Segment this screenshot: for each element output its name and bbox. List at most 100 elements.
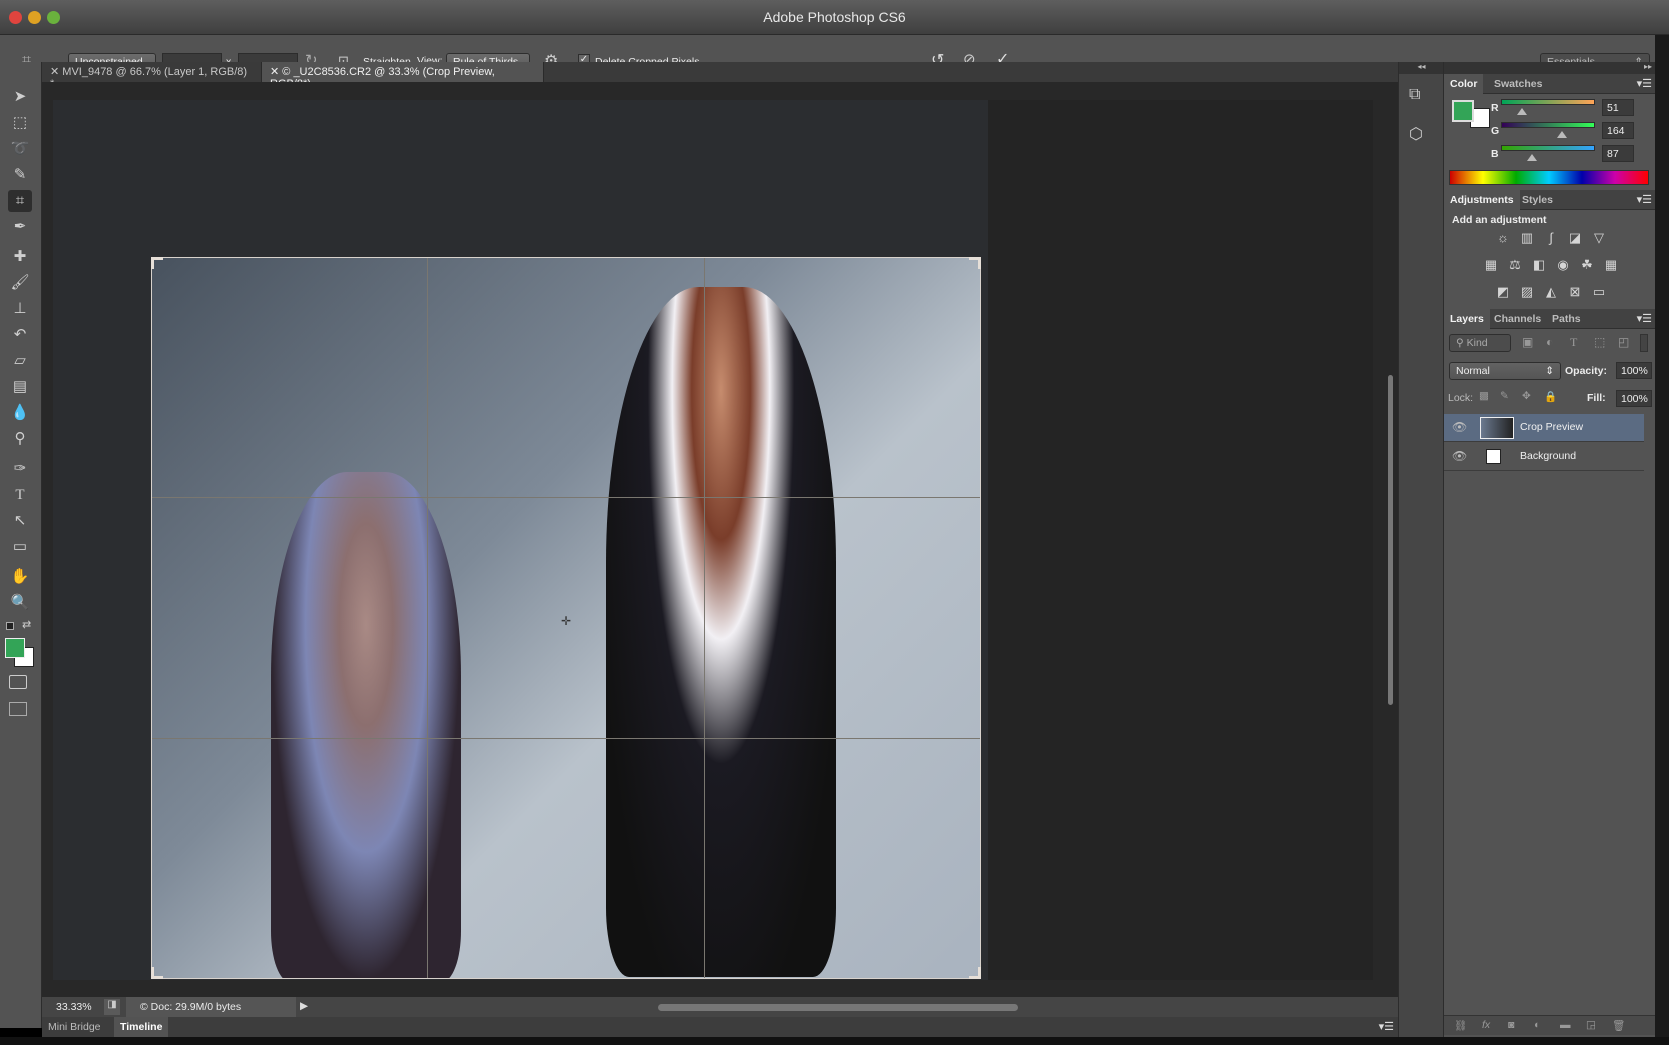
- horizontal-scrollbar[interactable]: [658, 1004, 1018, 1011]
- channel-g-slider[interactable]: [1501, 122, 1595, 128]
- path-selection-tool-icon[interactable]: ↖: [8, 510, 32, 532]
- quick-mask-icon[interactable]: [9, 675, 27, 689]
- color-balance-icon[interactable]: ⚖: [1506, 257, 1524, 273]
- history-brush-tool-icon[interactable]: ↶: [8, 324, 32, 346]
- blur-tool-icon[interactable]: 💧: [8, 402, 32, 424]
- layer-name[interactable]: Crop Preview: [1520, 421, 1583, 433]
- foreground-color-swatch[interactable]: [1452, 100, 1474, 122]
- new-adjustment-layer-icon[interactable]: ◐: [1534, 1019, 1540, 1031]
- crop-preview-image[interactable]: ✛: [151, 257, 981, 979]
- visibility-eye-icon[interactable]: 👁: [1452, 449, 1467, 463]
- layer-row[interactable]: 👁 Background: [1444, 443, 1644, 471]
- tab-adjustments[interactable]: Adjustments: [1444, 190, 1520, 210]
- channel-r-value[interactable]: 51: [1602, 99, 1634, 116]
- channel-b-value[interactable]: 87: [1602, 145, 1634, 162]
- color-lookup-icon[interactable]: ▦: [1602, 257, 1620, 273]
- fill-input[interactable]: 100%: [1616, 390, 1652, 407]
- filter-shape-icon[interactable]: ⬚: [1594, 335, 1605, 349]
- proof-icon[interactable]: ◨: [104, 999, 120, 1015]
- filter-pixel-icon[interactable]: ▣: [1522, 335, 1533, 349]
- document-tab[interactable]: ✕ MVI_9478 @ 66.7% (Layer 1, RGB/8) *: [42, 62, 262, 90]
- exposure-icon[interactable]: ◪: [1566, 230, 1584, 246]
- new-group-icon[interactable]: ▬: [1560, 1019, 1571, 1031]
- color-spectrum-ramp[interactable]: [1449, 170, 1649, 185]
- layer-name[interactable]: Background: [1520, 450, 1576, 462]
- vibrance-icon[interactable]: ▽: [1590, 230, 1608, 246]
- channel-b-thumb[interactable]: [1527, 154, 1537, 161]
- brightness-contrast-icon[interactable]: ☼: [1494, 230, 1512, 246]
- filter-type-icon[interactable]: T: [1570, 335, 1577, 350]
- layer-filter-kind-select[interactable]: ⚲ Kind: [1449, 334, 1511, 352]
- layer-row-selected[interactable]: 👁 Crop Preview: [1444, 414, 1644, 442]
- new-layer-icon[interactable]: ◲: [1586, 1019, 1596, 1031]
- add-mask-icon[interactable]: ◙: [1508, 1019, 1514, 1031]
- black-white-icon[interactable]: ◧: [1530, 257, 1548, 273]
- panel-menu-icon[interactable]: ▾☰: [1637, 312, 1652, 325]
- tab-swatches[interactable]: Swatches: [1488, 74, 1548, 94]
- lock-all-icon[interactable]: 🔒: [1544, 390, 1557, 403]
- panel-menu-icon[interactable]: ▾☰: [1637, 193, 1652, 206]
- visibility-eye-icon[interactable]: 👁: [1452, 420, 1467, 434]
- dodge-tool-icon[interactable]: ⚲: [8, 428, 32, 450]
- levels-icon[interactable]: ▥: [1518, 230, 1536, 246]
- status-menu-arrow-icon[interactable]: ▶: [300, 1000, 308, 1012]
- blend-mode-select[interactable]: Normal ⇕: [1449, 362, 1561, 380]
- 3d-icon[interactable]: ⬡: [1409, 124, 1423, 144]
- channel-g-value[interactable]: 164: [1602, 122, 1634, 139]
- panel-menu-icon[interactable]: ▾☰: [1379, 1020, 1394, 1033]
- brush-tool-icon[interactable]: 🖌: [8, 272, 32, 294]
- crop-tool-icon[interactable]: ⌗: [8, 190, 32, 212]
- expand-panels-icon[interactable]: ▸▸: [1444, 62, 1656, 74]
- channel-r-thumb[interactable]: [1517, 108, 1527, 115]
- gradient-map-icon[interactable]: ▭: [1590, 284, 1608, 300]
- healing-brush-tool-icon[interactable]: ✚: [8, 246, 32, 268]
- swap-colors-icon[interactable]: ⇄: [22, 618, 31, 631]
- crop-handle-bottom-left[interactable]: [151, 967, 163, 979]
- quick-selection-tool-icon[interactable]: ✎: [8, 164, 32, 186]
- panel-menu-icon[interactable]: ▾☰: [1637, 77, 1652, 90]
- screen-mode-icon[interactable]: [9, 702, 27, 716]
- gradient-tool-icon[interactable]: ▤: [8, 376, 32, 398]
- channel-r-slider[interactable]: [1501, 99, 1595, 105]
- tab-channels[interactable]: Channels: [1488, 309, 1547, 329]
- lock-pixels-icon[interactable]: ✎: [1500, 390, 1509, 402]
- crop-handle-top-left[interactable]: [151, 257, 163, 269]
- threshold-icon[interactable]: ◭: [1542, 284, 1560, 300]
- channel-g-thumb[interactable]: [1557, 131, 1567, 138]
- channel-b-slider[interactable]: [1501, 145, 1595, 151]
- tab-styles[interactable]: Styles: [1516, 190, 1559, 210]
- rectangle-tool-icon[interactable]: ▭: [8, 536, 32, 558]
- opacity-input[interactable]: 100%: [1616, 362, 1652, 379]
- eraser-tool-icon[interactable]: ▱: [8, 350, 32, 372]
- tab-paths[interactable]: Paths: [1546, 309, 1587, 329]
- hue-saturation-icon[interactable]: ▦: [1482, 257, 1500, 273]
- filter-adjustment-icon[interactable]: ◐: [1546, 335, 1553, 349]
- type-tool-icon[interactable]: T: [8, 484, 32, 506]
- filter-toggle[interactable]: [1640, 334, 1648, 352]
- foreground-color-swatch[interactable]: [5, 638, 25, 658]
- hand-tool-icon[interactable]: ✋: [8, 566, 32, 588]
- default-colors-icon[interactable]: [6, 622, 14, 630]
- document-tab-active[interactable]: ✕ © _U2C8536.CR2 @ 33.3% (Crop Preview, …: [262, 62, 544, 90]
- move-tool-icon[interactable]: ➤: [8, 86, 32, 108]
- curves-icon[interactable]: ∫: [1542, 230, 1560, 246]
- lock-transparency-icon[interactable]: ▩: [1479, 390, 1489, 402]
- tab-mini-bridge[interactable]: Mini Bridge: [42, 1017, 107, 1037]
- history-icon[interactable]: ⧉: [1409, 86, 1420, 104]
- tab-layers[interactable]: Layers: [1444, 309, 1490, 329]
- collapse-dock-icon[interactable]: ◂◂: [1399, 62, 1444, 74]
- lasso-tool-icon[interactable]: ➰: [8, 138, 32, 160]
- posterize-icon[interactable]: ▨: [1518, 284, 1536, 300]
- zoom-level[interactable]: 33.33%: [56, 1001, 92, 1013]
- zoom-tool-icon[interactable]: 🔍: [8, 592, 32, 614]
- selective-color-icon[interactable]: ⊠: [1566, 284, 1584, 300]
- photo-filter-icon[interactable]: ◉: [1554, 257, 1572, 273]
- vertical-scrollbar[interactable]: [1388, 375, 1393, 705]
- eyedropper-tool-icon[interactable]: ✒: [8, 216, 32, 238]
- fx-icon[interactable]: fx: [1482, 1019, 1490, 1031]
- filter-smart-object-icon[interactable]: ◰: [1618, 335, 1629, 349]
- marquee-tool-icon[interactable]: ⬚: [8, 112, 32, 134]
- tab-color[interactable]: Color: [1444, 74, 1484, 94]
- pen-tool-icon[interactable]: ✑: [8, 458, 32, 480]
- clone-stamp-tool-icon[interactable]: ⊥: [8, 298, 32, 320]
